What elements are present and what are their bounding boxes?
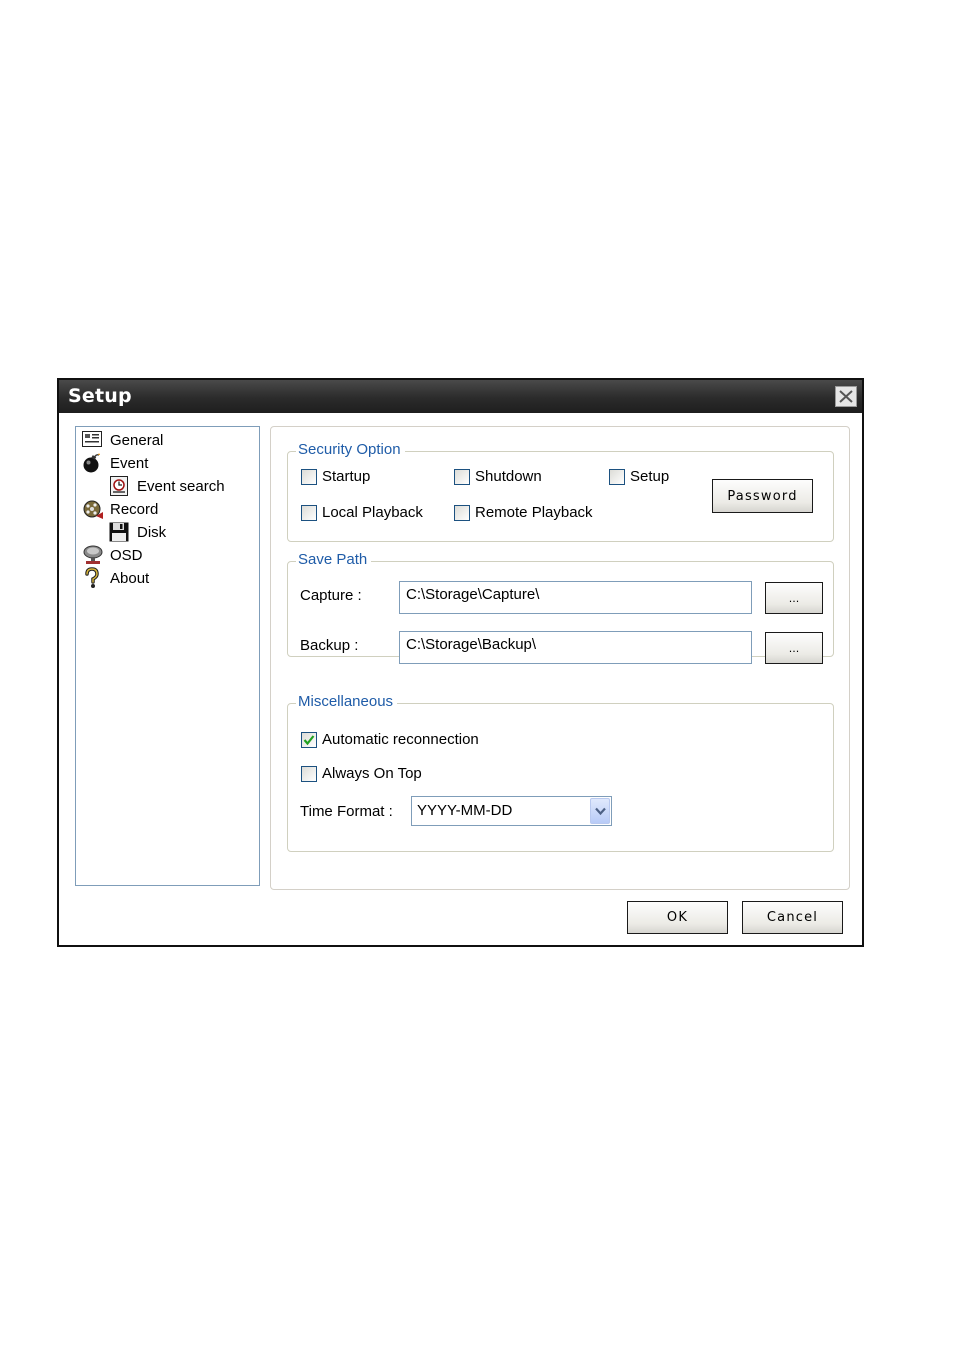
miscellaneous-group: Miscellaneous Automatic reconnection Alw… bbox=[287, 693, 834, 852]
local-playback-label: Local Playback bbox=[322, 504, 423, 521]
shutdown-label: Shutdown bbox=[475, 468, 542, 485]
setup-label: Setup bbox=[630, 468, 670, 485]
auto-reconnect-checkbox-box[interactable] bbox=[301, 731, 317, 748]
shutdown-checkbox[interactable]: Shutdown bbox=[454, 468, 542, 485]
startup-checkbox[interactable]: Startup bbox=[301, 468, 370, 485]
dropdown-button[interactable] bbox=[590, 798, 610, 824]
tree-item-about[interactable]: About bbox=[82, 567, 149, 589]
backup-browse-button[interactable]: ... bbox=[765, 632, 823, 664]
capture-label: Capture : bbox=[300, 587, 362, 604]
settings-tree: General Event Event search Record Disk O… bbox=[75, 426, 260, 886]
security-option-group: Security Option Startup Shutdown Setup L… bbox=[287, 441, 834, 542]
general-icon bbox=[82, 429, 104, 451]
tree-item-disk[interactable]: Disk bbox=[109, 521, 166, 543]
close-icon bbox=[839, 390, 853, 403]
save-path-group: Save Path Capture : C:\Storage\Capture\ … bbox=[287, 551, 834, 664]
osd-monitor-icon bbox=[82, 544, 104, 566]
event-bomb-icon bbox=[82, 452, 104, 474]
question-icon bbox=[82, 567, 104, 589]
local-playback-checkbox[interactable]: Local Playback bbox=[301, 504, 423, 521]
tree-label: Disk bbox=[137, 523, 167, 541]
window-title: Setup bbox=[68, 385, 132, 407]
setup-checkbox-box[interactable] bbox=[609, 468, 625, 485]
always-on-top-checkbox[interactable]: Always On Top bbox=[301, 765, 422, 782]
startup-checkbox-box[interactable] bbox=[301, 468, 317, 485]
remote-playback-checkbox[interactable]: Remote Playback bbox=[454, 504, 593, 521]
title-bar[interactable]: Setup bbox=[59, 380, 862, 413]
password-button[interactable]: Password bbox=[712, 479, 813, 513]
remote-playback-label: Remote Playback bbox=[475, 504, 593, 521]
check-mark-icon bbox=[303, 734, 315, 745]
tree-item-event[interactable]: Event bbox=[82, 452, 148, 474]
miscellaneous-title: Miscellaneous bbox=[296, 693, 398, 710]
tree-label: Event bbox=[110, 454, 149, 472]
shutdown-checkbox-box[interactable] bbox=[454, 468, 470, 485]
auto-reconnect-checkbox[interactable]: Automatic reconnection bbox=[301, 731, 479, 748]
capture-browse-button[interactable]: ... bbox=[765, 582, 823, 614]
local-playback-checkbox-box[interactable] bbox=[301, 504, 317, 521]
capture-path-input[interactable]: C:\Storage\Capture\ bbox=[399, 581, 752, 614]
setup-dialog: Setup General Event Event search Record … bbox=[57, 378, 864, 947]
setup-checkbox[interactable]: Setup bbox=[609, 468, 669, 485]
event-search-icon bbox=[109, 475, 131, 497]
tree-label: Event search bbox=[137, 477, 225, 495]
settings-panel: Security Option Startup Shutdown Setup L… bbox=[270, 426, 850, 890]
tree-item-record[interactable]: Record bbox=[82, 498, 158, 520]
remote-playback-checkbox-box[interactable] bbox=[454, 504, 470, 521]
tree-label: General bbox=[110, 431, 164, 449]
security-option-title: Security Option bbox=[296, 441, 405, 458]
auto-reconnect-label: Automatic reconnection bbox=[322, 731, 479, 748]
tree-label: Record bbox=[110, 500, 159, 518]
backup-path-input[interactable]: C:\Storage\Backup\ bbox=[399, 631, 752, 664]
save-path-title: Save Path bbox=[296, 551, 372, 568]
tree-label: About bbox=[110, 569, 150, 587]
tree-item-event-search[interactable]: Event search bbox=[109, 475, 225, 497]
floppy-disk-icon bbox=[109, 521, 131, 543]
tree-item-osd[interactable]: OSD bbox=[82, 544, 143, 566]
cancel-button[interactable]: Cancel bbox=[742, 901, 843, 934]
always-on-top-checkbox-box[interactable] bbox=[301, 765, 317, 782]
record-film-icon bbox=[82, 498, 104, 520]
tree-item-general[interactable]: General bbox=[82, 429, 163, 451]
backup-label: Backup : bbox=[300, 637, 359, 654]
time-format-label: Time Format : bbox=[300, 803, 393, 820]
ok-button[interactable]: OK bbox=[627, 901, 728, 934]
always-on-top-label: Always On Top bbox=[322, 765, 422, 782]
time-format-value: YYYY-MM-DD bbox=[417, 802, 513, 819]
close-button[interactable] bbox=[835, 386, 857, 407]
chevron-down-icon bbox=[595, 807, 606, 816]
time-format-select[interactable]: YYYY-MM-DD bbox=[411, 796, 612, 826]
tree-label: OSD bbox=[110, 546, 143, 564]
startup-label: Startup bbox=[322, 468, 371, 485]
